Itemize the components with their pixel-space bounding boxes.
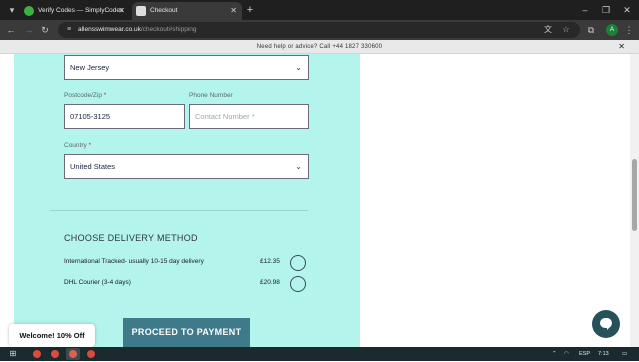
notification-icon[interactable]: ▭	[622, 347, 627, 361]
delivery-radio[interactable]	[290, 255, 306, 271]
announcement-text: Need help or advice? Call +44 1827 33060…	[256, 44, 383, 50]
store-favicon-icon	[136, 6, 146, 16]
chat-button[interactable]	[592, 310, 620, 338]
delivery-option-price: £20.98	[260, 279, 280, 286]
url-text: allensswimwear.co.uk/checkout#shipping	[78, 26, 197, 33]
checkout-page: New Jersey ⌄ Postcode/Zip * 07105-3125 P…	[0, 54, 630, 347]
avatar[interactable]: A	[606, 24, 618, 36]
phone-placeholder: Contact Number *	[195, 112, 255, 121]
phone-input[interactable]: Contact Number *	[189, 104, 309, 129]
tab-verify-codes[interactable]: Verify Codes — SimplyCodes ✕	[20, 2, 130, 20]
postcode-value: 07105-3125	[70, 112, 111, 121]
section-divider	[50, 210, 308, 211]
state-value: New Jersey	[70, 63, 110, 72]
clock[interactable]: 7:13	[598, 347, 609, 361]
windows-taskbar: ⊞ ⌃ ◠ ESP 7:13 ▭	[0, 347, 639, 361]
state-select[interactable]: New Jersey ⌄	[64, 55, 309, 80]
proceed-to-payment-button[interactable]: PROCEED TO PAYMENT	[123, 318, 250, 347]
delivery-option-name: International Tracked- usually 10-15 day…	[64, 258, 204, 265]
welcome-discount-button[interactable]: Welcome! 10% Off	[9, 324, 95, 347]
tab-checkout[interactable]: Checkout ✕	[132, 2, 242, 20]
scrollbar-thumb[interactable]	[632, 159, 637, 231]
chrome-icon[interactable]	[30, 348, 44, 360]
tune-icon[interactable]: ≡	[63, 24, 75, 36]
language-indicator[interactable]: ESP	[579, 347, 590, 361]
chrome-icon[interactable]	[66, 348, 80, 360]
close-tab-icon[interactable]: ✕	[230, 2, 237, 20]
browser-toolbar: ← → ↻ ≡ allensswimwear.co.uk/checkout#sh…	[0, 20, 639, 40]
postcode-input[interactable]: 07105-3125	[64, 104, 185, 129]
country-value: United States	[70, 162, 116, 171]
chrome-icon[interactable]	[48, 348, 62, 360]
translate-icon[interactable]: 文	[542, 24, 554, 36]
close-window-icon[interactable]: ✕	[620, 3, 634, 17]
announcement-bar: Need help or advice? Call +44 1827 33060…	[0, 40, 639, 54]
postcode-label: Postcode/Zip *	[64, 92, 107, 99]
tray-chevron-icon[interactable]: ⌃	[552, 347, 557, 361]
delivery-option-international[interactable]: International Tracked- usually 10-15 day…	[64, 255, 308, 271]
page-scrollbar[interactable]	[630, 54, 639, 347]
windows-start-icon[interactable]: ⊞	[6, 348, 20, 360]
delivery-option-price: £12.35	[260, 258, 280, 265]
tab-title: Verify Codes — SimplyCodes	[38, 7, 124, 14]
chevron-down-icon: ⌄	[295, 63, 302, 72]
simplycodes-favicon-icon	[24, 6, 34, 16]
delivery-option-dhl[interactable]: DHL Courier (3-4 days) £20.98	[64, 276, 308, 292]
puzzle-icon[interactable]: ⧉	[584, 23, 598, 37]
delivery-option-name: DHL Courier (3-4 days)	[64, 279, 131, 286]
delivery-radio[interactable]	[290, 276, 306, 292]
plus-icon[interactable]: +	[244, 3, 256, 17]
wifi-icon[interactable]: ◠	[564, 347, 569, 361]
chrome-icon[interactable]	[84, 348, 98, 360]
star-icon[interactable]: ☆	[560, 24, 572, 36]
kebab-menu-icon[interactable]: ⋮	[622, 23, 636, 37]
address-bar[interactable]: ≡ allensswimwear.co.uk/checkout#shipping…	[58, 22, 580, 38]
forward-arrow-icon[interactable]: →	[22, 23, 36, 37]
close-icon[interactable]: ✕	[618, 40, 625, 54]
tab-title: Checkout	[150, 7, 178, 14]
minimize-icon[interactable]: –	[578, 3, 592, 17]
browser-tab-strip: ▾ Verify Codes — SimplyCodes ✕ Checkout …	[0, 0, 639, 20]
chevron-down-icon: ⌄	[295, 162, 302, 171]
phone-label: Phone Number	[189, 92, 233, 99]
country-label: Country *	[64, 142, 92, 149]
delivery-method-title: CHOOSE DELIVERY METHOD	[64, 233, 198, 243]
tab-search-icon[interactable]: ▾	[6, 4, 18, 16]
back-arrow-icon[interactable]: ←	[4, 23, 18, 37]
reload-icon[interactable]: ↻	[38, 23, 52, 37]
country-select[interactable]: United States ⌄	[64, 154, 309, 179]
close-tab-icon[interactable]: ✕	[118, 2, 125, 20]
maximize-icon[interactable]: ❐	[599, 3, 613, 17]
chat-bubble-icon	[600, 318, 612, 330]
